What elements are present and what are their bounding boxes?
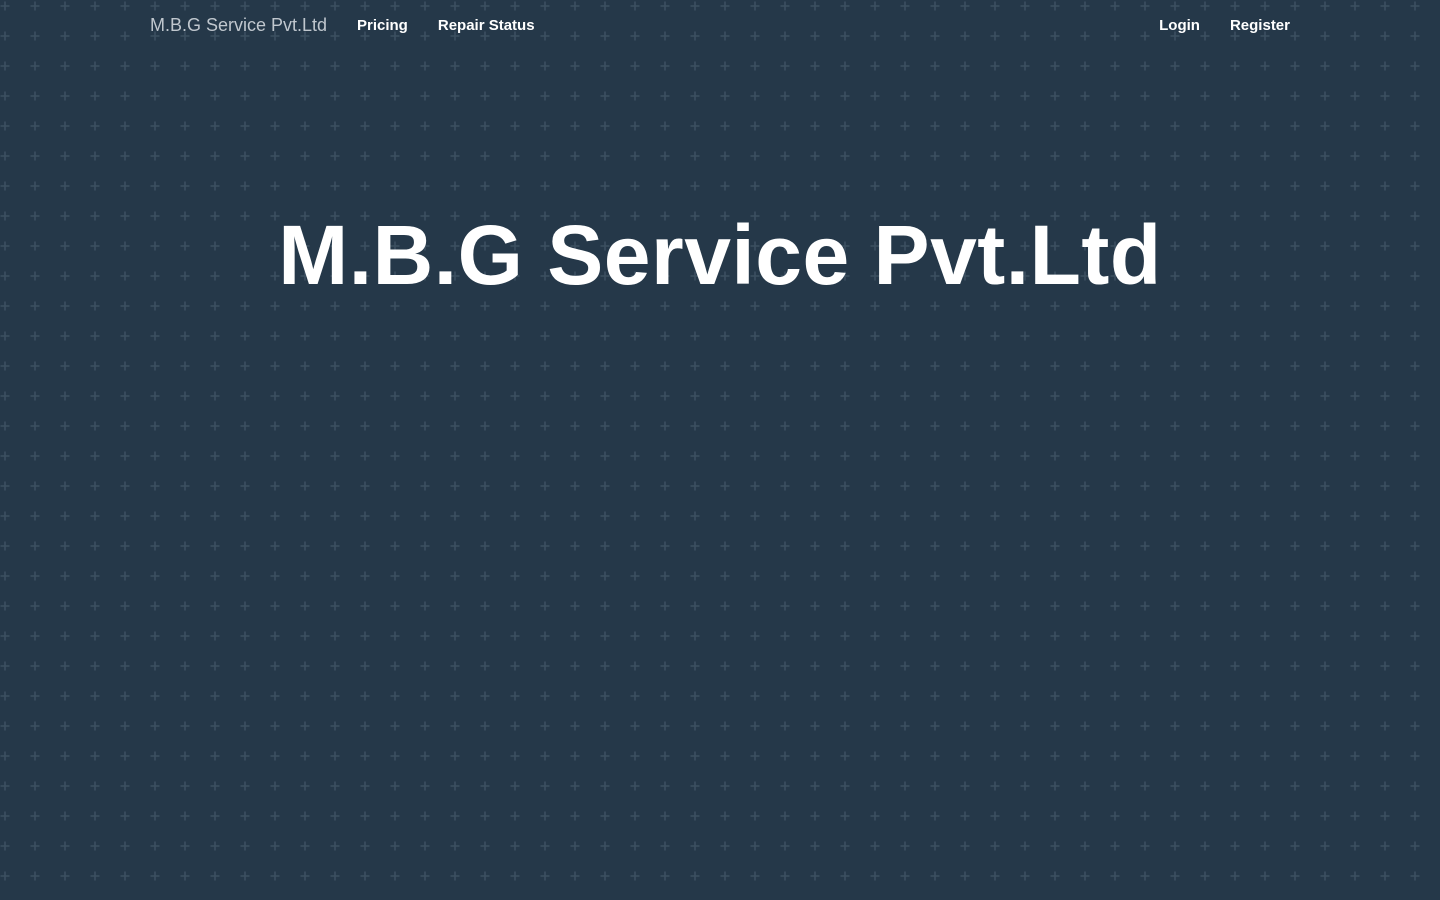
- nav-link-login[interactable]: Login: [1144, 17, 1215, 34]
- nav-left-links: Pricing Repair Status: [342, 0, 550, 50]
- top-navbar: M.B.G Service Pvt.Ltd Pricing Repair Sta…: [0, 0, 1440, 50]
- nav-link-register[interactable]: Register: [1215, 17, 1305, 34]
- hero-section: M.B.G Service Pvt.Ltd: [0, 205, 1440, 305]
- hero-title: M.B.G Service Pvt.Ltd: [278, 208, 1162, 302]
- nav-right-links: Login Register: [1144, 0, 1305, 50]
- nav-link-repair-status[interactable]: Repair Status: [423, 17, 550, 34]
- background-plus-pattern: [0, 1, 1440, 900]
- brand-link[interactable]: M.B.G Service Pvt.Ltd: [150, 15, 327, 35]
- nav-link-pricing[interactable]: Pricing: [342, 17, 423, 34]
